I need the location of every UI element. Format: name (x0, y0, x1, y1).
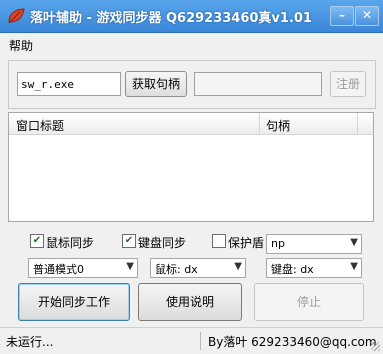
minimize-button[interactable]: – (330, 6, 354, 26)
exe-name-input[interactable] (17, 72, 121, 96)
mode-select-value: 普通模式0 (33, 263, 84, 276)
author-contact: By落叶 629233460@qq.com (208, 335, 377, 349)
chevron-down-icon[interactable]: ▼ (234, 261, 242, 272)
title-bar[interactable]: 落叶辅助 - 游戏同步器 Q629233460真v1.01 – ✕ (0, 0, 383, 33)
mode-select[interactable]: 普通模式0 ▼ (28, 258, 138, 278)
protect-shield-label: 保护盾 (228, 236, 265, 250)
list-header: 窗口标题 句柄 (9, 113, 373, 135)
checkbox-box[interactable]: ✔ (122, 234, 136, 248)
mouse-mode-select[interactable]: 鼠标: dx ▼ (150, 258, 246, 278)
checkbox-box[interactable]: ✔ (30, 234, 44, 248)
register-button[interactable]: 注册 (330, 71, 366, 97)
menu-bar: 帮助 (0, 33, 383, 55)
status-text: 未运行... (6, 335, 54, 349)
process-select-value: np (271, 237, 285, 250)
column-divider[interactable] (259, 113, 260, 134)
stop-button[interactable]: 停止 (254, 283, 364, 321)
keyboard-mode-select[interactable]: 键盘: dx ▼ (266, 258, 362, 278)
handle-field[interactable] (194, 72, 322, 96)
start-sync-button[interactable]: 开始同步工作 (18, 283, 130, 321)
process-select[interactable]: np ▼ (266, 234, 362, 254)
checkbox-box[interactable] (212, 234, 226, 248)
leaf-icon (8, 8, 25, 24)
window-title: 落叶辅助 - 游戏同步器 Q629233460真v1.01 (30, 11, 312, 26)
chevron-down-icon[interactable]: ▼ (126, 261, 134, 272)
mouse-sync-label: 鼠标同步 (46, 236, 95, 250)
mouse-mode-value: 鼠标: dx (155, 263, 198, 276)
column-header-window-title[interactable]: 窗口标题 (16, 117, 64, 134)
chevron-down-icon[interactable]: ▼ (350, 261, 358, 272)
status-bar: 未运行... By落叶 629233460@qq.com (0, 327, 383, 354)
chevron-down-icon[interactable]: ▼ (350, 237, 358, 248)
resize-grip-icon[interactable] (371, 342, 380, 351)
column-divider (357, 113, 358, 134)
keyboard-mode-value: 键盘: dx (271, 263, 314, 276)
get-handle-button[interactable]: 获取句柄 (125, 71, 187, 97)
instructions-button[interactable]: 使用说明 (138, 283, 242, 321)
status-divider (200, 332, 201, 350)
window-list[interactable]: 窗口标题 句柄 (8, 112, 374, 222)
close-button[interactable]: ✕ (355, 6, 379, 26)
column-header-handle[interactable]: 句柄 (266, 117, 290, 134)
menu-help[interactable]: 帮助 (9, 37, 33, 54)
keyboard-sync-label: 键盘同步 (138, 236, 187, 250)
